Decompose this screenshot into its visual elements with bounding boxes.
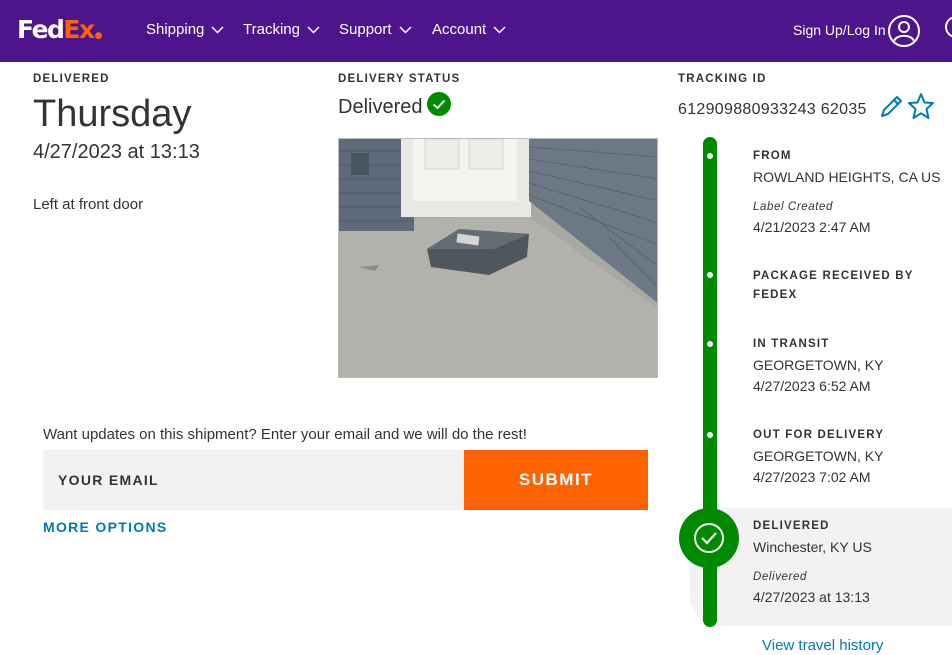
search-icon[interactable] [944,15,952,41]
step-transit-location: GEORGETOWN, KY [753,357,884,373]
tracking-id-label: TRACKING ID [678,73,767,85]
nav-shipping[interactable]: Shipping [146,21,224,39]
step-delivered-time: 4/27/2023 at 13:13 [753,589,870,605]
tracking-number: 612909880933243 62035 [678,101,867,118]
sign-up-login-link[interactable]: Sign Up/Log In [793,21,886,39]
updates-prompt: Want updates on this shipment? Enter you… [43,426,527,443]
logo-dot: ● [94,31,103,41]
step-transit-time: 4/27/2023 6:52 AM [753,378,871,394]
nav-shipping-label: Shipping [146,21,205,38]
logo-ex: Ex [63,15,95,44]
timeline-dot [707,153,713,159]
nav-tracking-label: Tracking [243,21,300,38]
check-circle-icon [427,92,451,116]
nav-account[interactable]: Account [432,21,506,39]
timeline-dot [707,272,713,278]
step-out-location: GEORGETOWN, KY [753,448,884,464]
package-at-door-image [339,139,657,377]
more-options-link[interactable]: MORE OPTIONS [43,518,168,536]
pencil-edit-icon[interactable] [877,93,905,121]
chevron-down-icon [211,26,224,34]
nav-support-label: Support [339,21,392,38]
step-delivered-title: DELIVERED [753,520,830,532]
delivery-day: Thursday [33,93,192,135]
delivery-datetime: 4/27/2023 at 13:13 [33,141,200,163]
step-from-sub: Label Created [753,201,834,213]
delivery-photo[interactable] [338,138,658,378]
user-account-icon[interactable] [887,14,921,48]
delivery-status-label: DELIVERY STATUS [338,73,461,85]
chevron-down-icon [493,26,506,34]
delivery-note: Left at front door [33,196,144,213]
timeline-dot [707,341,713,347]
logo-fed: Fed [17,15,65,44]
fedex-logo[interactable]: FedEx● [17,14,102,52]
step-from-title: FROM [753,150,792,162]
step-delivered-location: Winchester, KY US [753,539,872,555]
email-input[interactable] [43,450,464,510]
star-icon[interactable] [907,92,935,120]
timeline-dot [707,432,713,438]
step-transit-title: IN TRANSIT [753,338,830,350]
top-nav-bar: FedEx● Shipping Tracking Support Account… [0,0,952,62]
nav-tracking[interactable]: Tracking [243,21,320,39]
delivery-status-value: Delivered [338,96,423,118]
step-from-time: 4/21/2023 2:47 AM [753,219,871,235]
nav-support[interactable]: Support [339,21,412,39]
step-received-title-line2: FEDEX [753,289,798,301]
delivered-check-icon [679,508,739,568]
step-received-title-line1: PACKAGE RECEIVED BY [753,270,914,282]
view-travel-history-link[interactable]: View travel history [762,637,883,655]
step-out-title: OUT FOR DELIVERY [753,429,885,441]
step-delivered-sub: Delivered [753,571,807,583]
nav-account-label: Account [432,21,487,38]
step-from-location: ROWLAND HEIGHTS, CA US [753,169,941,185]
chevron-down-icon [399,26,412,34]
chevron-down-icon [307,26,320,34]
step-out-time: 4/27/2023 7:02 AM [753,469,871,485]
submit-button[interactable]: SUBMIT [464,450,648,510]
delivered-label: DELIVERED [33,73,110,85]
